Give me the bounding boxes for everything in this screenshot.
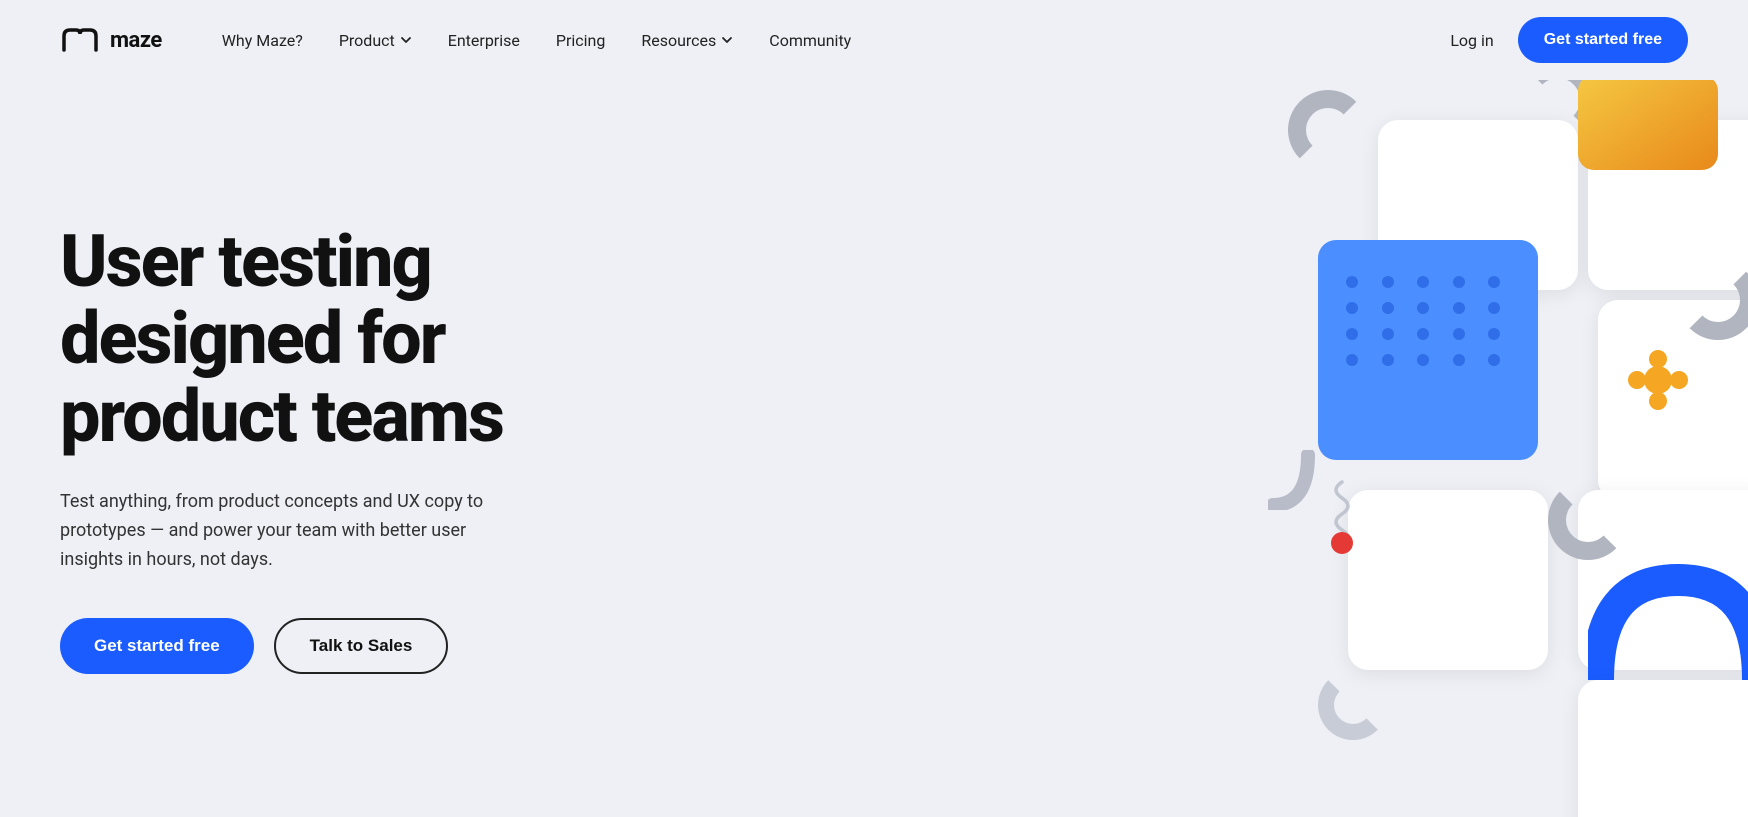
dot [1417,302,1429,314]
nav-pricing[interactable]: Pricing [556,31,606,50]
nav-product[interactable]: Product [339,31,412,50]
hero-cta-secondary[interactable]: Talk to Sales [274,618,449,674]
blue-perforated-square [1318,240,1538,460]
left-hook-svg [1268,450,1318,510]
hook-connector [1318,670,1388,740]
dot [1453,354,1465,366]
nav-right: Log in Get started free [1450,17,1688,63]
hero-subtitle: Test anything, from product concepts and… [60,488,520,574]
molecule-ball-right [1670,371,1688,389]
login-link[interactable]: Log in [1450,31,1493,50]
navbar: maze Why Maze? Product Enterprise Pricin… [0,0,1748,80]
left-hook [1268,450,1318,514]
red-ball [1331,532,1353,554]
nav-community[interactable]: Community [769,31,851,50]
tile-4 [1348,490,1548,670]
dot [1346,328,1358,340]
nav-links: Why Maze? Product Enterprise Pricing Res… [222,31,1451,50]
logo-text: maze [110,28,162,53]
hero-section: User testing designed for product teams … [0,80,1748,817]
dot [1453,302,1465,314]
nav-cta-button[interactable]: Get started free [1518,17,1688,63]
blue-arch-svg [1588,560,1748,680]
pipe-connector-bottom-r [1548,480,1628,560]
spring-svg [1326,480,1358,540]
maze-logo-icon [60,26,100,54]
dot [1488,354,1500,366]
molecule-ball-bottom [1649,392,1667,410]
dot [1488,328,1500,340]
dot [1417,276,1429,288]
nav-resources[interactable]: Resources [641,31,733,50]
dot [1382,276,1394,288]
dot [1417,328,1429,340]
chevron-down-icon [400,34,412,46]
pipe-connector-tl [1288,90,1368,170]
orange-piece-svg [1578,80,1718,170]
logo-link[interactable]: maze [60,26,162,54]
dot [1382,328,1394,340]
dot [1346,276,1358,288]
dot [1382,302,1394,314]
dot [1453,276,1465,288]
orange-molecule [1628,350,1688,410]
dot [1488,302,1500,314]
dot [1382,354,1394,366]
orange-piece [1578,80,1718,174]
blue-square-dots [1318,240,1538,394]
pipe-connector-mid [1678,260,1748,340]
molecule-center [1644,366,1672,394]
hero-buttons: Get started free Talk to Sales [60,618,680,674]
spring-container [1326,480,1358,544]
dot [1346,302,1358,314]
nav-enterprise[interactable]: Enterprise [448,31,520,50]
hero-cta-primary[interactable]: Get started free [60,618,254,674]
dot [1346,354,1358,366]
dot [1488,276,1500,288]
tile-6 [1578,680,1748,817]
chevron-down-icon-2 [721,34,733,46]
hero-visual [908,80,1748,817]
blocks-container [908,80,1748,817]
nav-why-maze[interactable]: Why Maze? [222,31,303,50]
hero-title: User testing designed for product teams [60,223,680,456]
dot [1417,354,1429,366]
dot [1453,328,1465,340]
hero-content: User testing designed for product teams … [60,223,680,675]
